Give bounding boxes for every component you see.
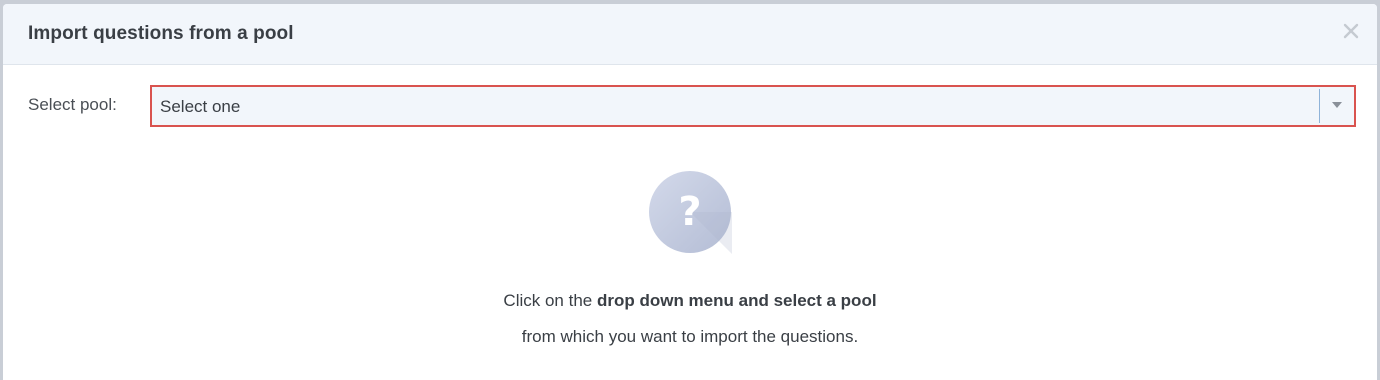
help-text-line1: Click on the drop down menu and select a… (3, 290, 1377, 312)
question-circle-icon: ? (649, 171, 732, 254)
help-text-prefix: Click on the (503, 291, 597, 310)
dialog-header: Import questions from a pool (3, 4, 1377, 65)
pool-select-dropdown[interactable]: Select one (150, 85, 1356, 127)
close-button[interactable] (1340, 20, 1362, 42)
svg-text:?: ? (678, 189, 701, 235)
help-text-bold: drop down menu and select a pool (596, 291, 877, 310)
chevron-down-icon[interactable] (1332, 102, 1342, 108)
import-questions-dialog: Import questions from a pool Select pool… (3, 4, 1377, 380)
select-divider (1319, 89, 1320, 123)
pool-select-value: Select one (160, 97, 241, 116)
dialog-title: Import questions from a pool (28, 23, 294, 44)
close-icon (1343, 23, 1359, 39)
pool-select-row: Select pool: Select one (3, 85, 1377, 127)
pool-select-label: Select pool: (28, 95, 117, 114)
empty-state: ? Click on the drop down menu and select… (3, 170, 1377, 348)
help-text-line2: from which you want to import the questi… (521, 327, 859, 346)
